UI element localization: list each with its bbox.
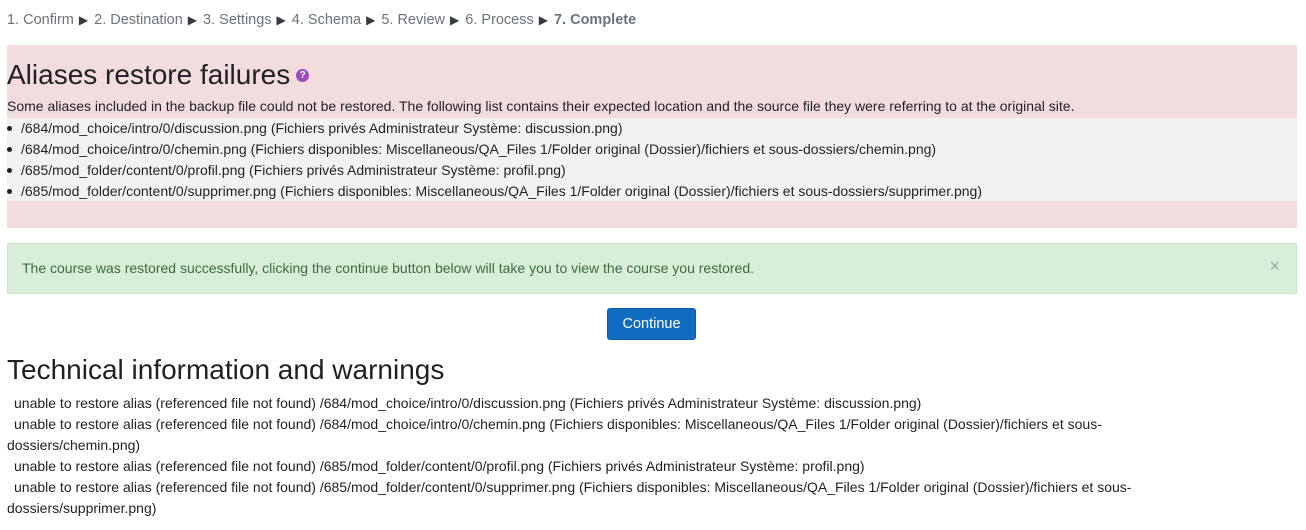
- step-settings: 3. Settings: [203, 12, 272, 28]
- list-item: /684/mod_choice/intro/0/discussion.png (…: [7, 118, 1297, 139]
- step-separator-icon: ▶: [78, 13, 89, 27]
- alias-failures-title: Aliases restore failures?: [7, 59, 310, 91]
- step-review: 5. Review: [381, 12, 446, 28]
- list-item: /685/mod_folder/content/0/supprimer.png …: [7, 181, 1297, 202]
- close-icon[interactable]: ×: [1269, 257, 1280, 275]
- step-separator-icon: ▶: [538, 13, 548, 27]
- step-complete: 7. Complete: [553, 12, 637, 28]
- warning-item: unable to restore alias (referenced file…: [7, 416, 1102, 453]
- help-icon[interactable]: ?: [296, 69, 310, 83]
- alias-failures-list: /684/mod_choice/intro/0/discussion.png (…: [7, 118, 1297, 201]
- technical-warnings-list: unable to restore alias (referenced file…: [7, 393, 1217, 519]
- step-destination: 2. Destination: [94, 12, 183, 28]
- step-confirm: 1. Confirm: [7, 12, 74, 28]
- list-item: /684/mod_choice/intro/0/chemin.png (Fich…: [7, 139, 1297, 160]
- alias-failures-title-text: Aliases restore failures: [7, 59, 291, 90]
- alias-failures-box: Aliases restore failures? Some aliases i…: [7, 45, 1297, 228]
- step-process: 6. Process: [465, 12, 534, 28]
- step-separator-icon: ▶: [366, 13, 376, 27]
- step-schema: 4. Schema: [291, 12, 362, 28]
- list-item: /685/mod_folder/content/0/profil.png (Fi…: [7, 160, 1297, 181]
- success-alert-message: The course was restored successfully, cl…: [22, 260, 754, 276]
- restore-steps-breadcrumb: 1. Confirm ▶ 2. Destination ▶ 3. Settings ▶ 4.…: [7, 12, 636, 28]
- warning-item: unable to restore alias (referenced file…: [14, 458, 865, 474]
- technical-info-title: Technical information and warnings: [7, 354, 445, 385]
- restore-complete-page: 1. Confirm ▶ 2. Destination ▶ 3. Settings ▶ 4.…: [0, 0, 1306, 530]
- continue-button[interactable]: Continue: [607, 308, 696, 340]
- success-alert: The course was restored successfully, cl…: [7, 243, 1297, 294]
- step-separator-icon: ▶: [450, 13, 460, 27]
- warning-item: unable to restore alias (referenced file…: [14, 395, 922, 411]
- step-separator-icon: ▶: [276, 13, 286, 27]
- alias-failures-description: Some aliases included in the backup file…: [7, 98, 1075, 114]
- step-separator-icon: ▶: [187, 13, 198, 27]
- warning-item: unable to restore alias (referenced file…: [7, 479, 1132, 516]
